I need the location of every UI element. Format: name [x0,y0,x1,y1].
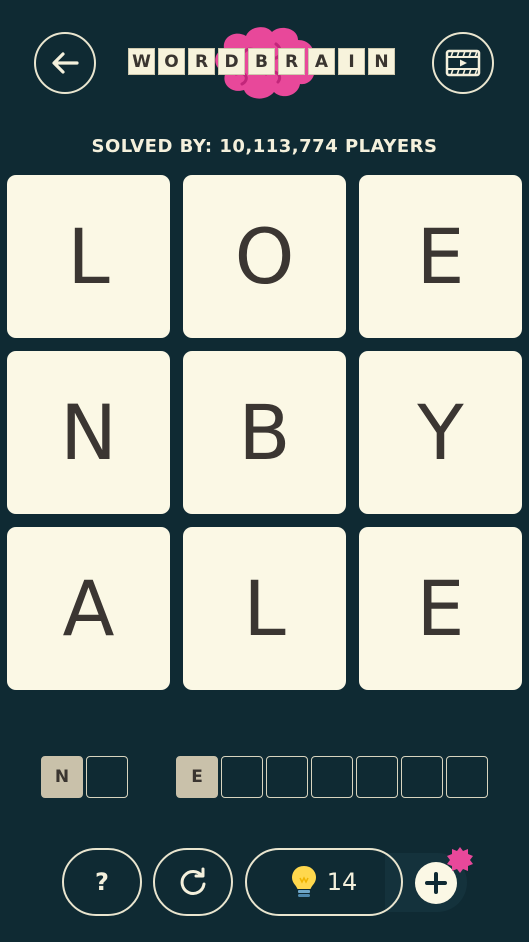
answer-slot [266,756,308,798]
answer-slot [446,756,488,798]
logo-letter-tile: A [308,48,335,75]
answer-slot [221,756,263,798]
letter-tile[interactable]: A [7,527,170,690]
hint-count: 14 [326,868,358,896]
plus-icon [425,872,447,894]
logo-letter-tile: W [128,48,155,75]
logo-letter-tile: R [188,48,215,75]
help-button[interactable]: ? [62,848,142,916]
notification-badge-icon [447,847,473,873]
letter-tile[interactable]: B [183,351,346,514]
answer-slot [401,756,443,798]
letter-tile[interactable]: N [7,351,170,514]
logo-letter-tile: O [158,48,185,75]
help-label: ? [95,868,109,896]
letter-tile[interactable]: L [183,527,346,690]
answer-slot [86,756,128,798]
letter-tile[interactable]: O [183,175,346,338]
letter-tile[interactable]: Y [359,351,522,514]
logo-letter-tile: R [278,48,305,75]
solved-by-text: SOLVED BY: 10,113,774 PLAYERS [91,136,438,157]
lightbulb-icon [291,866,316,897]
wordbrain-logo: WORDBRAIN [128,27,400,99]
answer-slot [311,756,353,798]
letter-tile[interactable]: E [359,175,522,338]
letter-tile[interactable]: L [7,175,170,338]
answer-slot: E [176,756,218,798]
answer-slot: N [41,756,83,798]
answer-slot [356,756,398,798]
logo-letter-tile: D [218,48,245,75]
back-button[interactable] [34,32,96,94]
hint-button[interactable]: 14 [245,848,403,916]
letter-tile[interactable]: E [359,527,522,690]
restart-button[interactable] [153,848,233,916]
video-hint-button[interactable] [432,32,494,94]
logo-letter-tile: B [248,48,275,75]
restart-icon [180,867,206,895]
video-play-icon [445,49,481,77]
arrow-left-icon [52,52,79,74]
letter-grid: L O E N B Y A L E [7,175,522,690]
logo-letter-tile: N [368,48,395,75]
logo-letter-tile: I [338,48,365,75]
